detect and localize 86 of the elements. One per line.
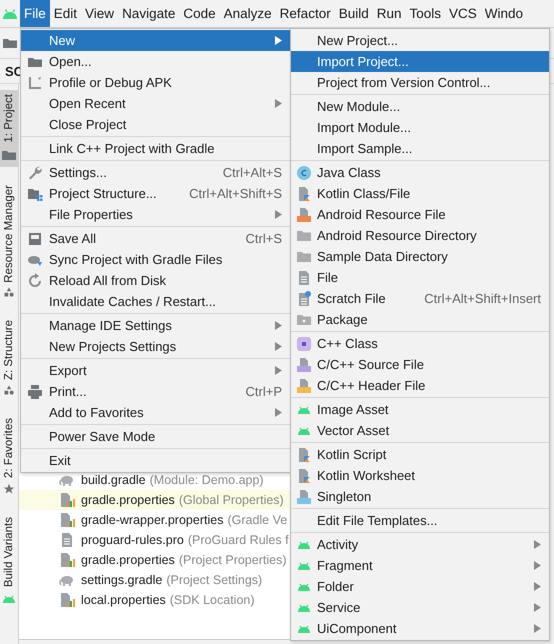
menu-item[interactable]: Sync Project with Gradle Files <box>21 249 290 270</box>
tool-window-tab[interactable]: Z: Structure <box>0 316 18 400</box>
tool-window-tab[interactable]: Resource Manager <box>0 180 18 302</box>
menu-item[interactable]: Open Recent <box>21 93 290 114</box>
menu-item[interactable]: Manage IDE Settings <box>21 315 290 336</box>
menu-item[interactable]: Import Sample... <box>291 138 549 159</box>
file-description: (Project Properties) <box>178 553 286 567</box>
menu-item[interactable]: Scratch File Ctrl+Alt+Shift+Insert <box>291 288 549 309</box>
menu-item[interactable]: UiComponent <box>291 618 549 639</box>
menu-item[interactable]: Add to Favorites <box>21 402 290 423</box>
menu-item[interactable]: Print... Ctrl+P <box>21 381 290 402</box>
menu-item[interactable]: Singleton <box>291 486 549 507</box>
menu-bar-item[interactable]: Build <box>334 0 373 27</box>
menu-item[interactable]: Profile or Debug APK <box>21 72 290 93</box>
file-name: gradle-wrapper.properties <box>81 513 224 527</box>
menu-item[interactable]: C++ Class <box>291 333 549 354</box>
menu-item[interactable]: Android Resource Directory <box>291 225 549 246</box>
menu-item[interactable]: Reload All from Disk <box>21 270 290 291</box>
menu-item[interactable]: Link C++ Project with Gradle <box>21 138 290 159</box>
menu-bar-item[interactable]: View <box>81 0 118 27</box>
file-description: (Gradle Ve <box>227 513 288 527</box>
menu-item[interactable]: C/C++ Header File <box>291 375 549 396</box>
tree-row[interactable]: build.gradle (Module: Demo.app) <box>19 470 291 490</box>
file-name: build.gradle <box>81 473 146 487</box>
menu-item[interactable]: New Module... <box>291 96 549 117</box>
file-name: gradle.properties <box>81 493 175 507</box>
tool-window-tab[interactable]: Build Variants <box>0 512 18 611</box>
menu-bar-item[interactable]: Navigate <box>118 0 180 27</box>
file-description: (Global Properties) <box>178 493 284 507</box>
menu-item[interactable]: Service <box>291 597 549 618</box>
menu-item[interactable]: Kotlin Worksheet <box>291 465 549 486</box>
file-name: local.properties <box>81 593 166 607</box>
menu-item[interactable]: Import Project... <box>291 51 549 72</box>
file-description: (SDK Location) <box>170 593 255 607</box>
menu-item[interactable]: Java Class <box>291 162 549 183</box>
menu-item[interactable]: New Projects Settings <box>21 336 290 357</box>
menu-item[interactable]: Exit <box>21 450 290 471</box>
menu-item[interactable]: Settings... Ctrl+Alt+S <box>21 162 290 183</box>
menu-item[interactable]: File Properties <box>21 204 290 225</box>
tree-row[interactable]: settings.gradle (Project Settings) <box>19 570 291 590</box>
menu-item[interactable]: Kotlin Script <box>291 444 549 465</box>
file-name: proguard-rules.pro <box>81 533 184 547</box>
tree-row[interactable]: gradle.properties (Project Properties) <box>19 550 291 570</box>
menu-bar-item[interactable]: Code <box>179 0 220 27</box>
menu-bar-item[interactable]: Analyze <box>220 0 276 27</box>
menu-item[interactable]: File <box>291 267 549 288</box>
menu-item[interactable]: Open... <box>21 51 290 72</box>
menu-item[interactable]: Vector Asset <box>291 420 549 441</box>
menu-bar-item[interactable]: Tools <box>406 0 446 27</box>
menu-item[interactable]: Edit File Templates... <box>291 510 549 531</box>
file-name: gradle.properties <box>81 553 175 567</box>
menu-item[interactable]: Sample Data Directory <box>291 246 549 267</box>
tool-window-tab[interactable]: 2: Favorites <box>0 414 18 499</box>
menu-item[interactable]: Import Module... <box>291 117 549 138</box>
menu-item[interactable]: Fragment <box>291 555 549 576</box>
menu-bar-item[interactable]: Run <box>372 0 406 27</box>
menu-bar-item[interactable]: VCS <box>445 0 481 27</box>
menu-item[interactable]: Kotlin Class/File <box>291 183 549 204</box>
menu-bar-item[interactable]: File <box>20 0 50 27</box>
menu-bar-item[interactable]: Windo <box>480 0 528 27</box>
menu-item[interactable]: Invalidate Caches / Restart... <box>21 291 290 312</box>
menu-item[interactable]: New Project... <box>291 30 549 51</box>
menu-item[interactable]: Power Save Mode <box>21 426 290 447</box>
menu-item[interactable]: Project Structure... Ctrl+Alt+Shift+S <box>21 183 290 204</box>
menu-item[interactable]: Export <box>21 360 290 381</box>
tree-row[interactable]: proguard-rules.pro (ProGuard Rules f <box>19 530 291 550</box>
tool-window-tab[interactable]: 1: Project <box>0 90 18 167</box>
file-description: (Module: Demo.app) <box>150 473 264 487</box>
menu-item[interactable]: New <box>21 30 290 51</box>
menu-item[interactable]: Package <box>291 309 549 330</box>
menu-item[interactable]: Close Project <box>21 114 290 135</box>
menu-item[interactable]: Activity <box>291 534 549 555</box>
menu-item[interactable]: C/C++ Source File <box>291 354 549 375</box>
menu-item[interactable]: Android Resource File <box>291 204 549 225</box>
tree-row[interactable]: gradle-wrapper.properties (Gradle Ve <box>19 510 291 530</box>
file-description: (Project Settings) <box>166 573 262 587</box>
tree-row[interactable]: local.properties (SDK Location) <box>19 590 291 610</box>
menu-bar-item[interactable]: Edit <box>50 0 82 27</box>
menu-bar-item[interactable]: Refactor <box>276 0 335 27</box>
menu-item[interactable]: Save All Ctrl+S <box>21 228 290 249</box>
menu-item[interactable]: Image Asset <box>291 399 549 420</box>
tree-row[interactable]: gradle.properties (Global Properties) <box>19 490 291 510</box>
file-description: (ProGuard Rules f <box>188 533 289 547</box>
menu-item[interactable]: Project from Version Control... <box>291 72 549 93</box>
menu-item[interactable]: Folder <box>291 576 549 597</box>
file-name: settings.gradle <box>81 573 162 587</box>
